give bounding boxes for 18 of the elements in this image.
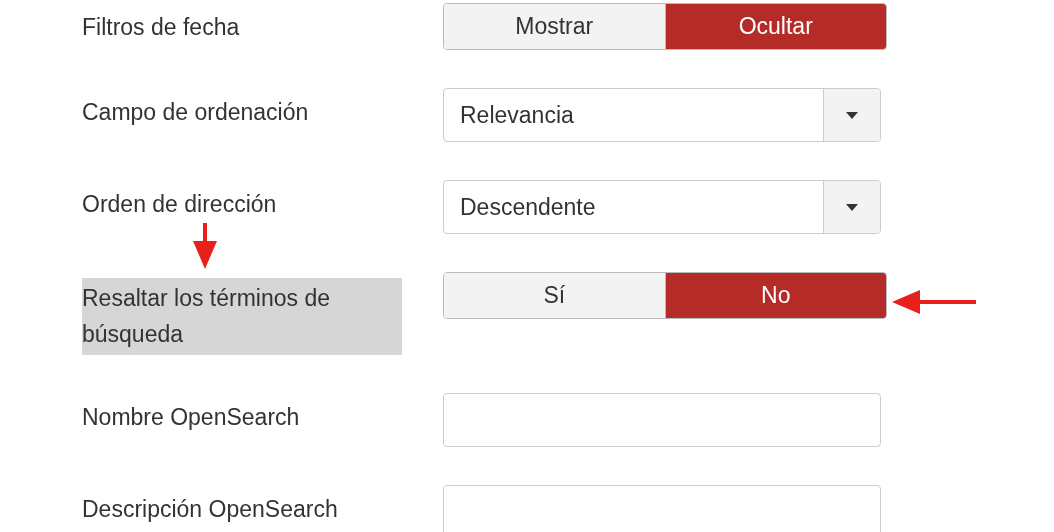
select-dropdown[interactable]: Relevancia xyxy=(443,88,881,142)
field-label: Campo de ordenación xyxy=(82,98,310,127)
input-field[interactable] xyxy=(443,393,881,447)
toggle-option[interactable]: Ocultar xyxy=(664,4,886,49)
arrow-left-icon xyxy=(892,289,976,315)
toggle-option[interactable]: No xyxy=(664,273,886,318)
select-dropdown[interactable]: Descendente xyxy=(443,180,881,234)
field-label: Descripción OpenSearch xyxy=(82,495,339,524)
field-label: Nombre OpenSearch xyxy=(82,403,301,432)
toggle-option[interactable]: Sí xyxy=(444,273,665,318)
input-field[interactable] xyxy=(443,485,881,532)
arrow-down-icon xyxy=(191,223,219,269)
field-label: Orden de dirección xyxy=(82,190,278,219)
caret-icon xyxy=(846,111,858,119)
toggle-option[interactable]: Mostrar xyxy=(444,4,665,49)
field-label: Resaltar los términos de búsqueda xyxy=(82,278,402,355)
caret-icon xyxy=(846,203,858,211)
field-label: Filtros de fecha xyxy=(82,13,241,42)
